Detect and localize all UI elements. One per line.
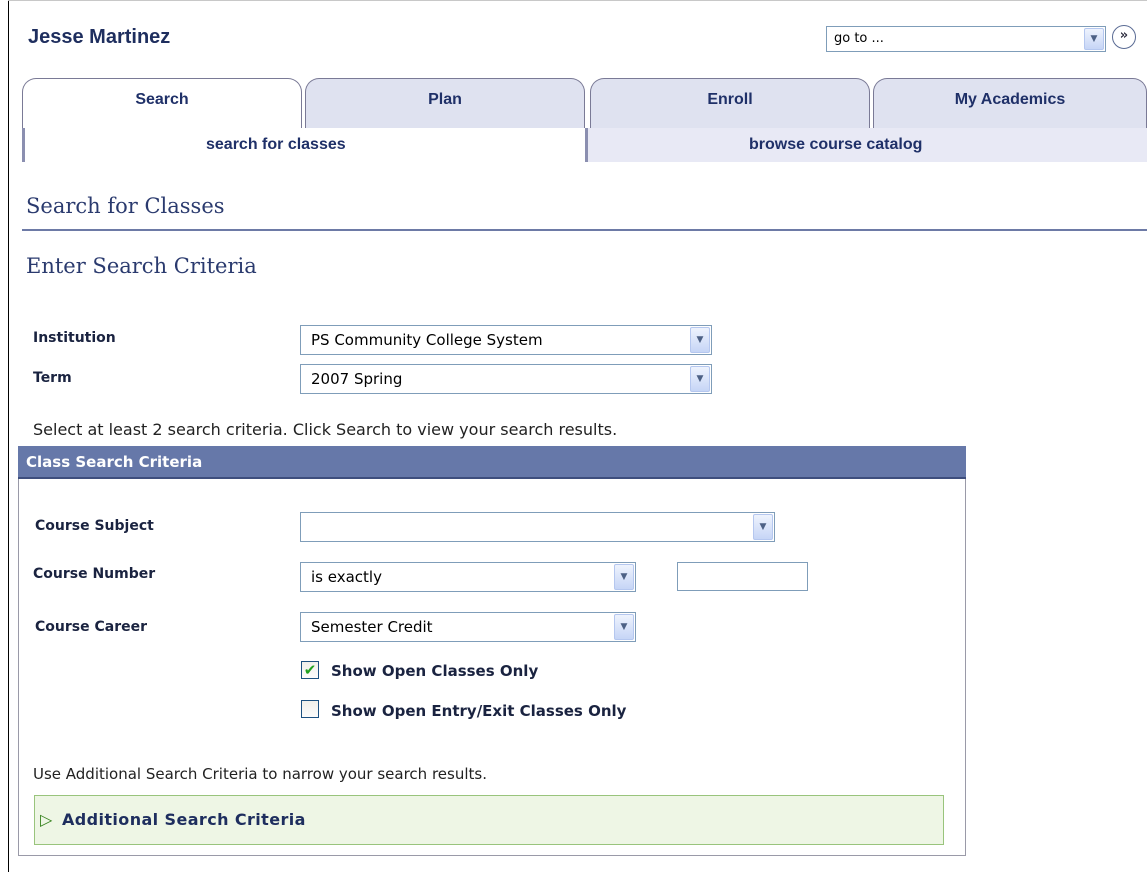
institution-select[interactable]: PS Community College System ▼ <box>300 325 712 355</box>
title-rule <box>22 229 1147 231</box>
open-classes-label: Show Open Classes Only <box>331 662 539 680</box>
term-value: 2007 Spring <box>311 370 403 388</box>
term-select[interactable]: 2007 Spring ▼ <box>300 364 712 394</box>
term-label: Term <box>33 370 72 386</box>
subnav-separator <box>585 128 588 162</box>
tab-enroll[interactable]: Enroll <box>590 78 870 128</box>
chevron-down-icon[interactable]: ▼ <box>690 327 710 353</box>
course-number-operator-value: is exactly <box>311 568 382 586</box>
course-career-value: Semester Credit <box>311 618 433 636</box>
course-number-input[interactable] <box>677 562 808 591</box>
section-title: Enter Search Criteria <box>26 254 257 278</box>
additional-criteria-note: Use Additional Search Criteria to narrow… <box>33 765 487 783</box>
chevron-down-icon[interactable]: ▼ <box>753 514 773 540</box>
chevron-down-icon[interactable]: ▼ <box>1084 28 1104 50</box>
page-frame-left <box>8 0 9 872</box>
open-entry-exit-label: Show Open Entry/Exit Classes Only <box>331 702 627 720</box>
tab-search[interactable]: Search <box>22 78 302 128</box>
page-frame-top <box>8 0 1147 1</box>
double-chevron-right-icon: » <box>1119 28 1129 43</box>
goto-select[interactable]: go to ... ▼ <box>826 26 1106 52</box>
checkmark-icon: ✔ <box>303 661 317 679</box>
course-career-select[interactable]: Semester Credit ▼ <box>300 612 636 642</box>
search-instructions: Select at least 2 search criteria. Click… <box>33 420 618 439</box>
open-classes-checkbox[interactable]: ✔ <box>301 661 319 679</box>
chevron-down-icon[interactable]: ▼ <box>614 564 634 590</box>
chevron-down-icon[interactable]: ▼ <box>614 614 634 640</box>
goto-select-value: go to ... <box>834 31 884 46</box>
class-search-header: Class Search Criteria <box>18 446 966 479</box>
triangle-right-icon[interactable]: ▷ <box>40 810 52 829</box>
chevron-down-icon[interactable]: ▼ <box>690 366 710 392</box>
additional-criteria-toggle[interactable]: Additional Search Criteria <box>62 810 306 829</box>
institution-value: PS Community College System <box>311 331 543 349</box>
student-name: Jesse Martinez <box>28 26 171 48</box>
open-entry-exit-checkbox[interactable] <box>301 700 319 718</box>
course-number-label: Course Number <box>33 566 156 582</box>
course-subject-select[interactable]: ▼ <box>300 512 775 542</box>
course-number-operator-select[interactable]: is exactly ▼ <box>300 562 636 592</box>
tab-my-academics[interactable]: My Academics <box>873 78 1147 128</box>
course-career-label: Course Career <box>35 619 147 635</box>
subnav-search-for-classes[interactable]: search for classes <box>206 136 346 154</box>
course-subject-label: Course Subject <box>35 518 154 534</box>
institution-label: Institution <box>33 330 116 346</box>
tab-plan[interactable]: Plan <box>305 78 585 128</box>
go-button[interactable]: » <box>1112 25 1136 49</box>
page-title: Search for Classes <box>26 194 225 218</box>
subnav-browse-course-catalog[interactable]: browse course catalog <box>749 136 922 154</box>
